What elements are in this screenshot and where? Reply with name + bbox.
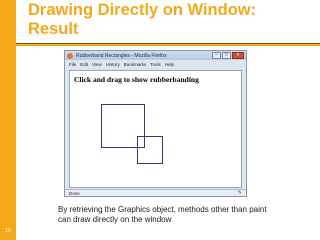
window-titlebar: Rubberband Rectangles - Mozilla Firefox …: [65, 51, 246, 60]
menu-bar: File Edit View History Bookmarks Tools H…: [65, 61, 246, 68]
addon-icon[interactable]: ✎: [238, 191, 242, 196]
menu-file[interactable]: File: [69, 61, 76, 68]
close-icon[interactable]: ×: [232, 52, 244, 59]
minimize-icon[interactable]: –: [212, 52, 221, 59]
slide-accent-bar: 16: [0, 0, 16, 240]
firefox-icon: [67, 52, 73, 59]
slide-title-line-1: Drawing Directly on Window:: [28, 1, 257, 19]
menu-history[interactable]: History: [106, 61, 120, 68]
slide-caption: By retrieving the Graphics object, metho…: [58, 205, 308, 225]
window-title: Rubberband Rectangles - Mozilla Firefox: [76, 52, 167, 59]
slide-number: 16: [5, 228, 11, 234]
status-bar: Done ✎: [65, 189, 246, 196]
menu-help[interactable]: Help: [165, 61, 174, 68]
window-controls: – □ ×: [212, 52, 244, 59]
caption-line-2: can draw directly on the window: [58, 215, 172, 224]
slide-title-line-2: Result: [28, 20, 79, 38]
browser-window-screenshot: Rubberband Rectangles - Mozilla Firefox …: [64, 50, 247, 197]
slide-title: Drawing Directly on Window: Result: [28, 1, 256, 39]
menu-tools[interactable]: Tools: [150, 61, 161, 68]
drawing-canvas[interactable]: Click and drag to show rubberbanding: [69, 70, 242, 188]
maximize-icon[interactable]: □: [222, 52, 231, 59]
title-divider: [16, 44, 320, 46]
status-text: Done: [69, 191, 80, 196]
canvas-heading: Click and drag to show rubberbanding: [74, 75, 199, 84]
menu-bookmarks[interactable]: Bookmarks: [124, 61, 147, 68]
menu-view[interactable]: View: [92, 61, 102, 68]
rubberband-rectangle: [137, 136, 163, 164]
menu-edit[interactable]: Edit: [80, 61, 88, 68]
caption-line-1: By retrieving the Graphics object, metho…: [58, 205, 267, 214]
